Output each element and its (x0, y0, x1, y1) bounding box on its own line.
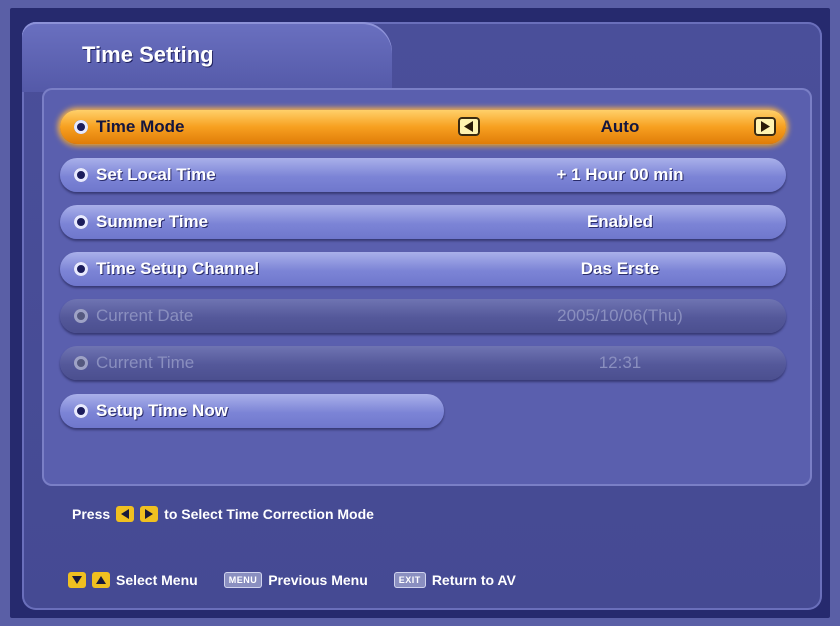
menu-item-current-time: Current Time 12:31 (60, 346, 786, 380)
bullet-icon (74, 356, 88, 370)
menu-item-setup-time-now[interactable]: Setup Time Now (60, 394, 444, 428)
exit-key-icon: EXIT (393, 572, 426, 588)
bullet-icon (74, 120, 88, 134)
page-title: Time Setting (82, 42, 214, 67)
down-key-icon (68, 572, 86, 588)
bullet-icon (74, 215, 88, 229)
menu-item-label: Current Date (96, 306, 194, 325)
menu-item-label: Time Setup Channel (96, 259, 260, 278)
footer-bar: Select Menu MENU Previous Menu EXIT Retu… (68, 572, 516, 588)
hint-line: Press to Select Time Correction Mode (72, 506, 374, 522)
bullet-icon (74, 309, 88, 323)
menu-item-value: Auto (600, 117, 640, 136)
menu-item-time-mode[interactable]: Time Mode Auto (60, 110, 786, 144)
menu-key-icon: MENU (223, 572, 263, 588)
left-key-icon (116, 506, 135, 522)
left-arrow-icon[interactable] (458, 117, 480, 136)
menu-item-value: Enabled (586, 212, 654, 231)
menu-item-value: Das Erste (580, 259, 660, 278)
menu-item-value: + 1 Hour 00 min (556, 165, 684, 184)
menu-item-current-date: Current Date 2005/10/06(Thu) (60, 299, 786, 333)
select-menu-label: Select Menu (116, 572, 198, 588)
menu-item-label: Setup Time Now (96, 401, 228, 420)
menu-item-time-setup-channel[interactable]: Time Setup Channel Das Erste (60, 252, 786, 286)
menu-item-label: Set Local Time (96, 165, 216, 184)
menu-item-value: 12:31 (598, 353, 642, 372)
bullet-icon (74, 404, 88, 418)
menu-item-value: 2005/10/06(Thu) (557, 306, 683, 325)
menu-item-summer-time[interactable]: Summer Time Enabled (60, 205, 786, 239)
hint-press-label: Press (72, 506, 111, 522)
right-arrow-icon[interactable] (754, 117, 776, 136)
right-key-icon (140, 506, 159, 522)
hint-text: to Select Time Correction Mode (164, 506, 374, 522)
previous-menu-label: Previous Menu (268, 572, 368, 588)
menu-item-label: Summer Time (96, 212, 209, 231)
menu-item-set-local-time[interactable]: Set Local Time + 1 Hour 00 min (60, 158, 786, 192)
bullet-icon (74, 168, 88, 182)
menu-item-label: Time Mode (96, 117, 185, 136)
return-av-label: Return to AV (431, 572, 516, 588)
bullet-icon (74, 262, 88, 276)
menu-item-label: Current Time (96, 353, 195, 372)
up-key-icon (92, 572, 110, 588)
